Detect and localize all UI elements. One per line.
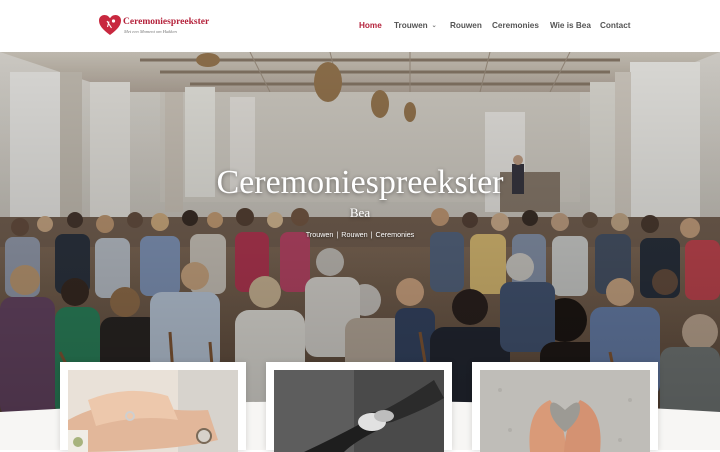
site-header: Ceremoniespreekster Met een Moment om Ha… [0, 0, 720, 52]
card-rouwen[interactable] [266, 362, 452, 452]
hero-link-ceremonies[interactable]: Ceremonies [376, 230, 415, 239]
card-image-hands-stone [480, 370, 650, 452]
chevron-down-icon: ⌄ [431, 23, 437, 29]
hero-link-separator: | [370, 230, 373, 239]
nav-item-rouwen[interactable]: Rouwen [450, 21, 482, 30]
card-trouwen[interactable] [60, 362, 246, 452]
hero-subtitle: Bea [349, 205, 371, 220]
nav-item-trouwen[interactable]: Trouwen ⌄ [394, 21, 437, 30]
nav-item-ceremonies[interactable]: Ceremonies [492, 21, 539, 30]
nav-item-contact[interactable]: Contact [600, 21, 630, 30]
hero-link-trouwen[interactable]: Trouwen [306, 230, 334, 239]
hero-links: Trouwen | Rouwen | Ceremonies [0, 230, 720, 239]
hero-link-rouwen[interactable]: Rouwen [341, 230, 367, 239]
hero-link-separator: | [336, 230, 339, 239]
card-image-wedding-hands [68, 370, 238, 452]
nav-item-trouwen-label: Trouwen [394, 21, 428, 30]
nav-item-wie-is-bea[interactable]: Wie is Bea [550, 21, 591, 30]
hero-title: Ceremoniespreekster [216, 164, 504, 201]
main-navigation: Home Trouwen ⌄ Rouwen Ceremonies Wie is B… [0, 21, 720, 33]
nav-item-home[interactable]: Home [359, 21, 382, 30]
card-ceremonies[interactable] [472, 362, 658, 452]
card-image-holding-hands [274, 370, 444, 452]
